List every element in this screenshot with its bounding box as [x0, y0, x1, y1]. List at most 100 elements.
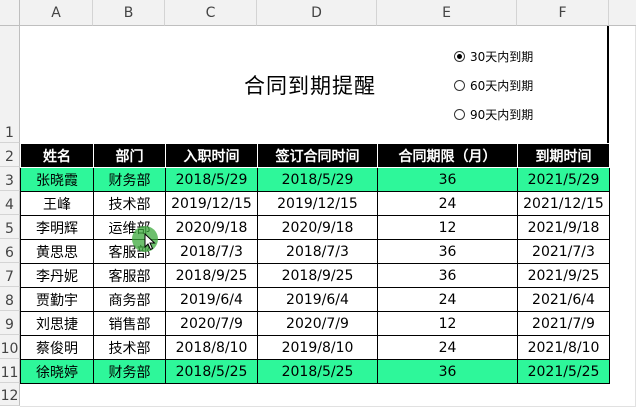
radio-label: 60天内到期 [470, 79, 534, 93]
row-header-1[interactable]: 1 [0, 26, 20, 143]
cell-name[interactable]: 蔡俊明 [20, 335, 94, 360]
radio-60-days[interactable]: 60天内到期 [454, 77, 533, 94]
header-name[interactable]: 姓名 [20, 143, 94, 168]
column-header-c[interactable]: C [165, 0, 257, 26]
mouse-pointer-icon [144, 233, 156, 251]
row-header-7[interactable]: 7 [0, 263, 20, 287]
cell-department[interactable]: 销售部 [93, 311, 166, 336]
cell-hire-date[interactable]: 2018/5/25 [165, 359, 258, 384]
row-header-10[interactable]: 10 [0, 335, 20, 359]
column-header-b[interactable]: B [93, 0, 165, 26]
cell-expiry-date[interactable]: 2021/9/25 [517, 263, 610, 288]
cell-department[interactable]: 财务部 [93, 167, 166, 192]
cell-hire-date[interactable]: 2019/6/4 [165, 287, 258, 312]
cell-hire-date[interactable]: 2020/9/18 [165, 215, 258, 240]
cell-name[interactable]: 李明辉 [20, 215, 94, 240]
cell-name[interactable]: 张晓霞 [20, 167, 94, 192]
cell-expiry-date[interactable]: 2021/6/4 [517, 287, 610, 312]
column-header-f[interactable]: F [517, 0, 609, 26]
cell-expiry-date[interactable]: 2021/8/10 [517, 335, 610, 360]
cell-name[interactable]: 王峰 [20, 191, 94, 216]
cell-expiry-date[interactable]: 2021/5/29 [517, 167, 610, 192]
contract-table: 姓名 部门 入职时间 签订合同时间 合同期限（月） 到期时间 张晓霞 财务部 201… [20, 143, 610, 384]
cell-name[interactable]: 贾勤宇 [20, 287, 94, 312]
table-row: 蔡俊明 技术部 2018/8/10 2019/8/10 24 2021/8/10 [20, 335, 610, 360]
cell-contract-term[interactable]: 36 [377, 359, 518, 384]
row-header-8[interactable]: 8 [0, 287, 20, 311]
header-department[interactable]: 部门 [93, 143, 166, 168]
cell-sign-date[interactable]: 2020/7/9 [257, 311, 378, 336]
header-contract-term[interactable]: 合同期限（月） [377, 143, 518, 168]
column-header-d[interactable]: D [257, 0, 377, 26]
row-header-2[interactable]: 2 [0, 143, 20, 167]
cell-contract-term[interactable]: 36 [377, 263, 518, 288]
column-header-e[interactable]: E [377, 0, 517, 26]
row-header-4[interactable]: 4 [0, 191, 20, 215]
cell-expiry-date[interactable]: 2021/5/25 [517, 359, 610, 384]
radio-unchecked-icon[interactable] [454, 80, 465, 91]
cell-sign-date[interactable]: 2018/7/3 [257, 239, 378, 264]
cell-contract-term[interactable]: 12 [377, 215, 518, 240]
table-row: 贾勤宇 商务部 2019/6/4 2019/6/4 24 2021/6/4 [20, 287, 610, 312]
table-row: 徐晓婷 财务部 2018/5/25 2018/5/25 36 2021/5/25 [20, 359, 610, 384]
cell-hire-date[interactable]: 2019/12/15 [165, 191, 258, 216]
header-sign-date[interactable]: 签订合同时间 [257, 143, 378, 168]
cell-contract-term[interactable]: 24 [377, 191, 518, 216]
radio-90-days[interactable]: 90天内到期 [454, 106, 533, 123]
cell-hire-date[interactable]: 2018/5/29 [165, 167, 258, 192]
row-header-12[interactable]: 12 [0, 383, 20, 406]
row-header-3[interactable]: 3 [0, 167, 20, 191]
page-title: 合同到期提醒 [244, 74, 376, 98]
cell-hire-date[interactable]: 2018/8/10 [165, 335, 258, 360]
cell-name[interactable]: 李丹妮 [20, 263, 94, 288]
cell-department[interactable]: 客服部 [93, 263, 166, 288]
radio-30-days[interactable]: 30天内到期 [454, 48, 533, 65]
radio-checked-icon[interactable] [454, 51, 465, 62]
row-header-5[interactable]: 5 [0, 215, 20, 239]
row-header-9[interactable]: 9 [0, 311, 20, 335]
radio-unchecked-icon[interactable] [454, 109, 465, 120]
cell-sign-date[interactable]: 2019/12/15 [257, 191, 378, 216]
table-row: 王峰 技术部 2019/12/15 2019/12/15 24 2021/12/15 [20, 191, 610, 216]
table-row: 刘思捷 销售部 2020/7/9 2020/7/9 12 2021/7/9 [20, 311, 610, 336]
cell-name[interactable]: 刘思捷 [20, 311, 94, 336]
cell-expiry-date[interactable]: 2021/7/3 [517, 239, 610, 264]
cell-department[interactable]: 技术部 [93, 191, 166, 216]
title-area[interactable]: 合同到期提醒 30天内到期 60天内到期 90天内到期 [20, 26, 609, 143]
cell-expiry-date[interactable]: 2021/9/18 [517, 215, 610, 240]
select-all-corner[interactable] [0, 0, 20, 26]
table-header-row: 姓名 部门 入职时间 签订合同时间 合同期限（月） 到期时间 [20, 143, 610, 168]
table-row: 张晓霞 财务部 2018/5/29 2018/5/29 36 2021/5/29 [20, 167, 610, 192]
radio-label: 30天内到期 [470, 50, 534, 64]
row-header-11[interactable]: 11 [0, 359, 20, 383]
cell-expiry-date[interactable]: 2021/7/9 [517, 311, 610, 336]
cell-department[interactable]: 商务部 [93, 287, 166, 312]
cell-department[interactable]: 技术部 [93, 335, 166, 360]
cell-name[interactable]: 徐晓婷 [20, 359, 94, 384]
column-header-a[interactable]: A [20, 0, 93, 26]
cell-expiry-date[interactable]: 2021/12/15 [517, 191, 610, 216]
cell-contract-term[interactable]: 24 [377, 335, 518, 360]
cell-hire-date[interactable]: 2020/7/9 [165, 311, 258, 336]
cell-department[interactable]: 财务部 [93, 359, 166, 384]
cell-sign-date[interactable]: 2019/6/4 [257, 287, 378, 312]
cell-name[interactable]: 黄思思 [20, 239, 94, 264]
column-header-g[interactable] [609, 0, 636, 26]
cell-hire-date[interactable]: 2018/9/25 [165, 263, 258, 288]
cell-sign-date[interactable]: 2020/9/18 [257, 215, 378, 240]
cell-contract-term[interactable]: 36 [377, 167, 518, 192]
cell-contract-term[interactable]: 36 [377, 239, 518, 264]
cell-contract-term[interactable]: 24 [377, 287, 518, 312]
header-expiry-date[interactable]: 到期时间 [517, 143, 610, 168]
cell-sign-date[interactable]: 2018/5/25 [257, 359, 378, 384]
cell-sign-date[interactable]: 2019/8/10 [257, 335, 378, 360]
table-row: 黄思思 客服部 2018/7/3 2018/7/3 36 2021/7/3 [20, 239, 610, 264]
radio-label: 90天内到期 [470, 108, 534, 122]
cell-sign-date[interactable]: 2018/5/29 [257, 167, 378, 192]
table-row: 李明辉 运维部 2020/9/18 2020/9/18 12 2021/9/18 [20, 215, 610, 240]
cell-contract-term[interactable]: 12 [377, 311, 518, 336]
header-hire-date[interactable]: 入职时间 [165, 143, 258, 168]
row-header-6[interactable]: 6 [0, 239, 20, 263]
cell-sign-date[interactable]: 2018/9/25 [257, 263, 378, 288]
cell-hire-date[interactable]: 2018/7/3 [165, 239, 258, 264]
